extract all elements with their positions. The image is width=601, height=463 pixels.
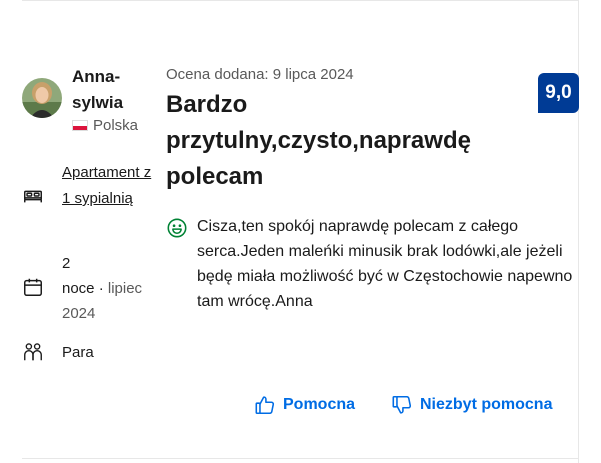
author-name: Anna-sylwia — [72, 67, 124, 112]
smile-icon — [167, 218, 187, 238]
bed-icon — [24, 190, 42, 203]
bottom-divider — [22, 458, 578, 459]
review-score-badge: 9,0 — [538, 73, 579, 113]
thumbs-down-icon — [392, 395, 412, 414]
helpful-button[interactable]: Pomocna — [254, 394, 355, 416]
country-name: Polska — [93, 117, 139, 134]
thumbs-up-icon — [255, 396, 275, 415]
author-country: Polska — [72, 117, 138, 134]
not-helpful-label: Niezbyt pomocna — [420, 396, 553, 413]
stay-nights: 2 — [62, 255, 71, 272]
calendar-icon — [24, 278, 42, 296]
top-divider — [22, 0, 578, 1]
right-divider — [578, 0, 579, 463]
stay-month: lipiec — [107, 280, 143, 297]
review-card: Anna-sylwia Polska Apartament z 1 sypial… — [0, 0, 601, 463]
review-date: Ocena dodana: 9 lipca 2024 — [166, 66, 354, 83]
helpful-label: Pomocna — [283, 396, 356, 413]
traveler-type: Para — [62, 344, 94, 361]
stay-separator: · — [98, 280, 104, 297]
avatar — [22, 78, 62, 118]
review-title: Bardzo przytulny,czysto,naprawdę polecam — [166, 91, 471, 190]
poland-flag-icon — [72, 120, 88, 131]
not-helpful-button[interactable]: Niezbyt pomocna — [391, 394, 552, 416]
review-positive-text: Cisza,ten spokój naprawdę polecam z całe… — [197, 218, 573, 310]
stay-line: noce · lipiec — [62, 276, 142, 301]
nights-label: noce — [62, 280, 95, 297]
stay-year: 2024 — [62, 305, 96, 322]
room-type-link[interactable]: Apartament z 1 sypialnią — [62, 160, 154, 212]
people-icon — [24, 343, 42, 361]
